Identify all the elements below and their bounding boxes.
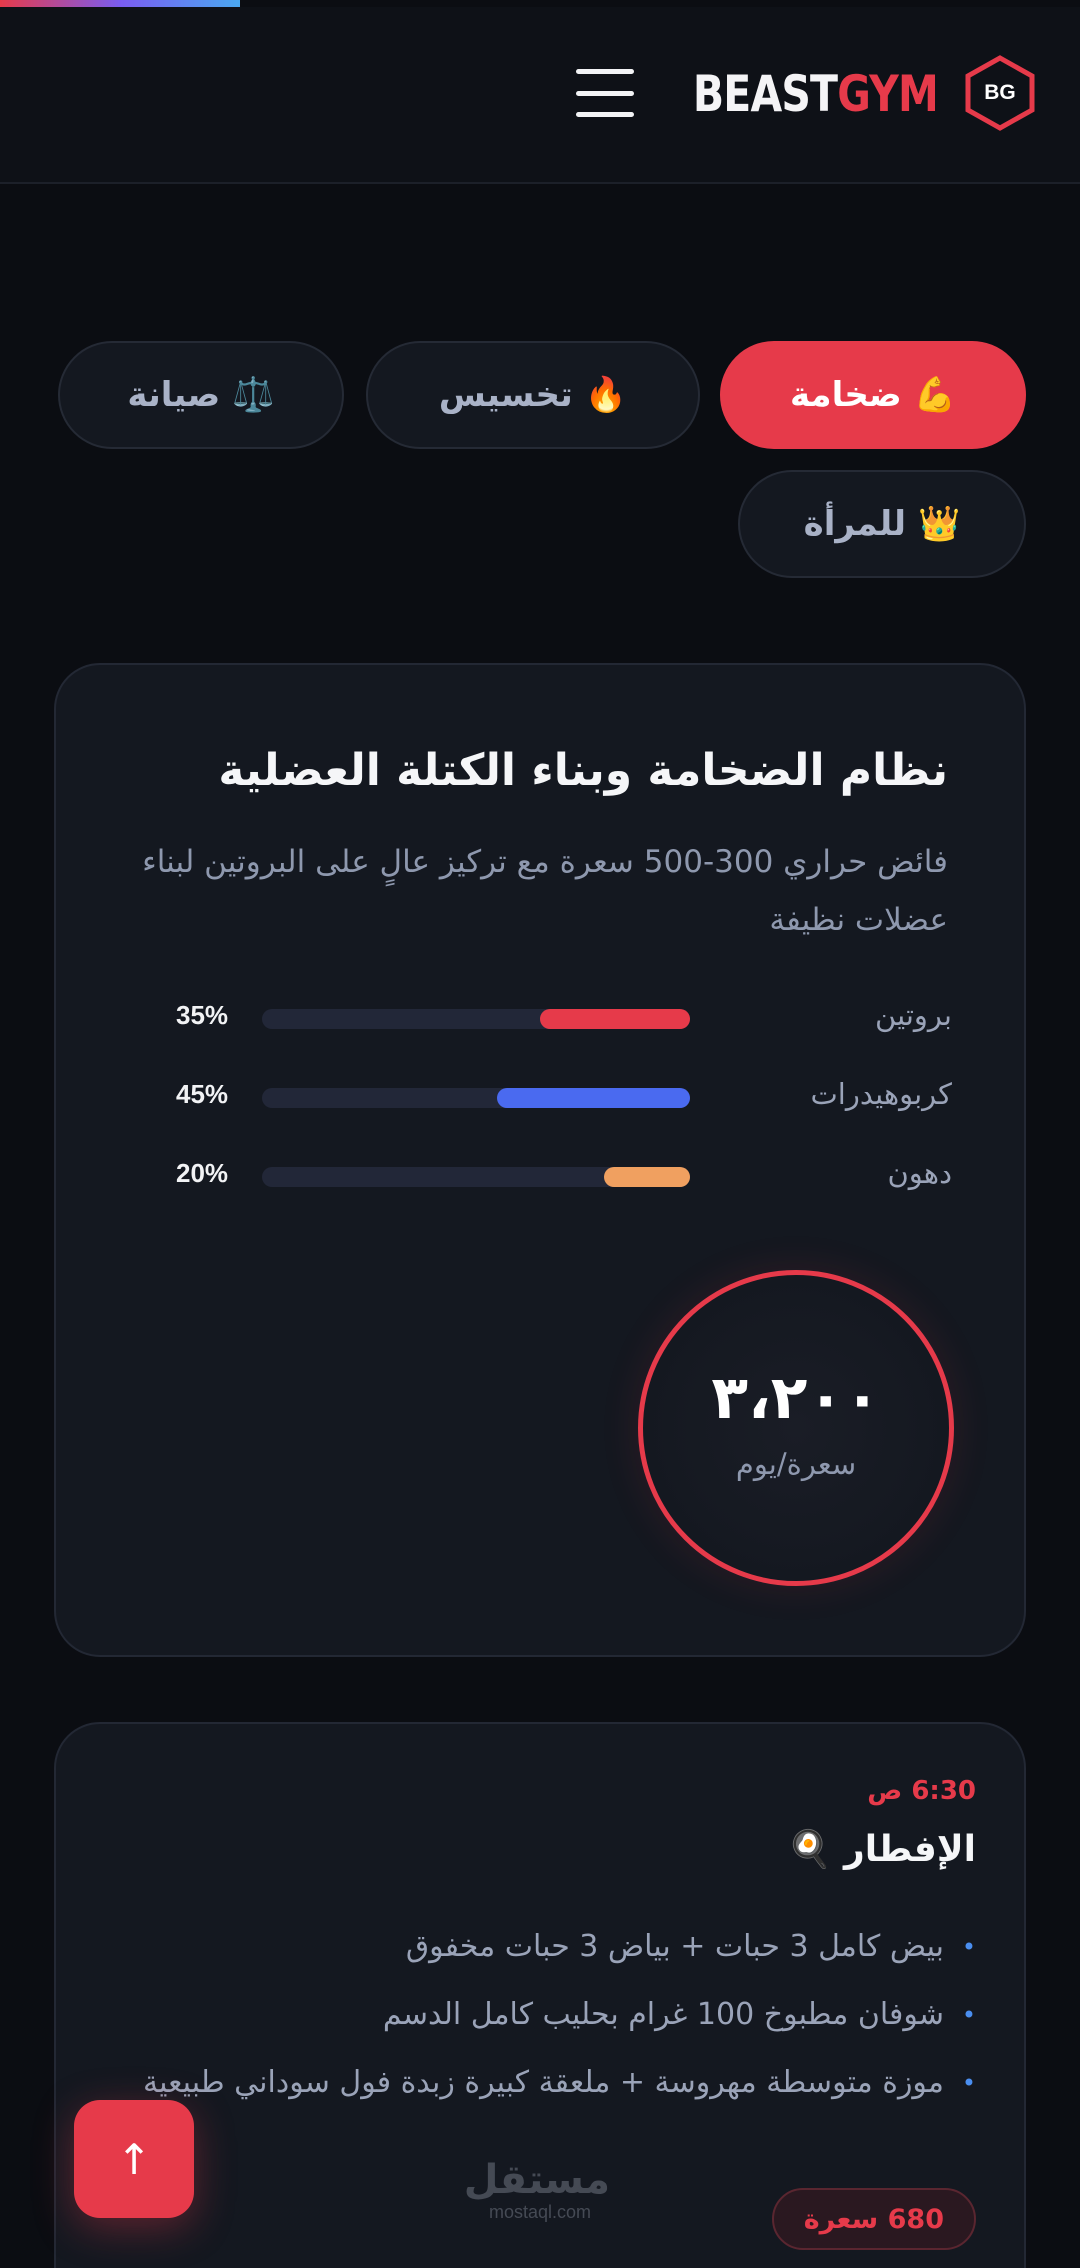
macro-label: دهون: [887, 1156, 953, 1190]
site-header: BG BEAST GYM: [0, 7, 1080, 184]
brand-logo-text[interactable]: BEAST GYM: [692, 59, 939, 129]
macro-row-carbs: كربوهيدرات 45%: [56, 1074, 1028, 1114]
tab-label: ضخامة: [789, 375, 902, 415]
meal-item: بيض كامل 3 حبات + بياض 3 حبات مخفوق: [110, 1918, 976, 1976]
meal-item: موزة متوسطة مهروسة + ملعقة كبيرة زبدة فو…: [110, 2054, 976, 2112]
macro-label: بروتين: [875, 998, 952, 1032]
flexed-biceps-icon: 💪: [913, 375, 957, 415]
mostaql-watermark: مستقل mostaql.com: [463, 2157, 610, 2223]
watermark-english: mostaql.com: [488, 2202, 592, 2222]
hamburger-menu-icon[interactable]: [576, 69, 634, 117]
macro-progress-track: [262, 1167, 690, 1187]
meal-calories-badge: 680 سعرة: [771, 2188, 976, 2250]
daily-calories-unit: سعرة/يوم: [735, 1447, 857, 1481]
tab-label: للمرأة: [803, 504, 906, 544]
back-to-top-button[interactable]: ↑: [74, 2100, 194, 2218]
arrow-up-icon: ↑: [116, 2134, 152, 2184]
macro-progress-fill: [540, 1009, 690, 1029]
macro-row-protein: بروتين 35%: [56, 995, 1028, 1035]
macro-row-fat: دهون 20%: [56, 1153, 1028, 1193]
watermark-arabic: مستقل: [463, 2157, 610, 2203]
daily-calories-value: ٣،٢٠٠: [711, 1363, 881, 1433]
macro-percent: 45%: [176, 1079, 229, 1109]
meal-item: شوفان مطبوخ 100 غرام بحليب كامل الدسم: [110, 1986, 976, 2044]
crown-icon: 👑: [918, 504, 961, 544]
daily-calories-ring: ٣،٢٠٠ سعرة/يوم: [638, 1270, 954, 1586]
scroll-progress-bar: [0, 0, 240, 7]
logo-badge[interactable]: BG: [964, 55, 1036, 131]
balance-scale-icon: ⚖️: [232, 375, 275, 415]
tab-cutting[interactable]: 🔥 تخسيس: [366, 341, 700, 449]
macro-progress-fill: [497, 1088, 690, 1108]
plan-title: نظام الضخامة وبناء الكتلة العضلية: [218, 745, 948, 796]
macro-progress-track: [262, 1088, 690, 1108]
tab-label: صيانة: [127, 375, 221, 415]
tab-label: تخسيس: [438, 375, 573, 415]
plan-card: نظام الضخامة وبناء الكتلة العضلية فائض ح…: [54, 663, 1026, 1657]
plan-description: فائض حراري 300-500 سعرة مع تركيز عالٍ عل…: [142, 844, 948, 938]
menu-line: [576, 69, 634, 74]
macro-progress-fill: [604, 1167, 690, 1187]
macro-progress-track: [262, 1009, 690, 1029]
meal-title-text: الإفطار: [843, 1828, 976, 1870]
fire-icon: 🔥: [584, 375, 628, 415]
frying-pan-egg-icon: 🍳: [787, 1829, 832, 1870]
menu-line: [576, 112, 634, 117]
meal-items-list: بيض كامل 3 حبات + بياض 3 حبات مخفوق شوفا…: [110, 1918, 976, 2122]
brand-name-red: GYM: [837, 65, 939, 123]
brand-name-white: BEAST: [692, 65, 838, 123]
meal-time: 6:30 ص: [867, 1776, 976, 1806]
macro-label: كربوهيدرات: [810, 1077, 953, 1111]
meal-title: الإفطار 🍳: [787, 1828, 976, 1871]
tab-maintenance[interactable]: ⚖️ صيانة: [58, 341, 344, 449]
macro-percent: 35%: [176, 1000, 229, 1030]
macro-percent: 20%: [176, 1158, 229, 1188]
tab-women[interactable]: 👑 للمرأة: [738, 470, 1026, 578]
menu-line: [576, 90, 634, 96]
tab-bulking[interactable]: 💪 ضخامة: [720, 341, 1026, 449]
logo-badge-text: BG: [984, 81, 1016, 104]
